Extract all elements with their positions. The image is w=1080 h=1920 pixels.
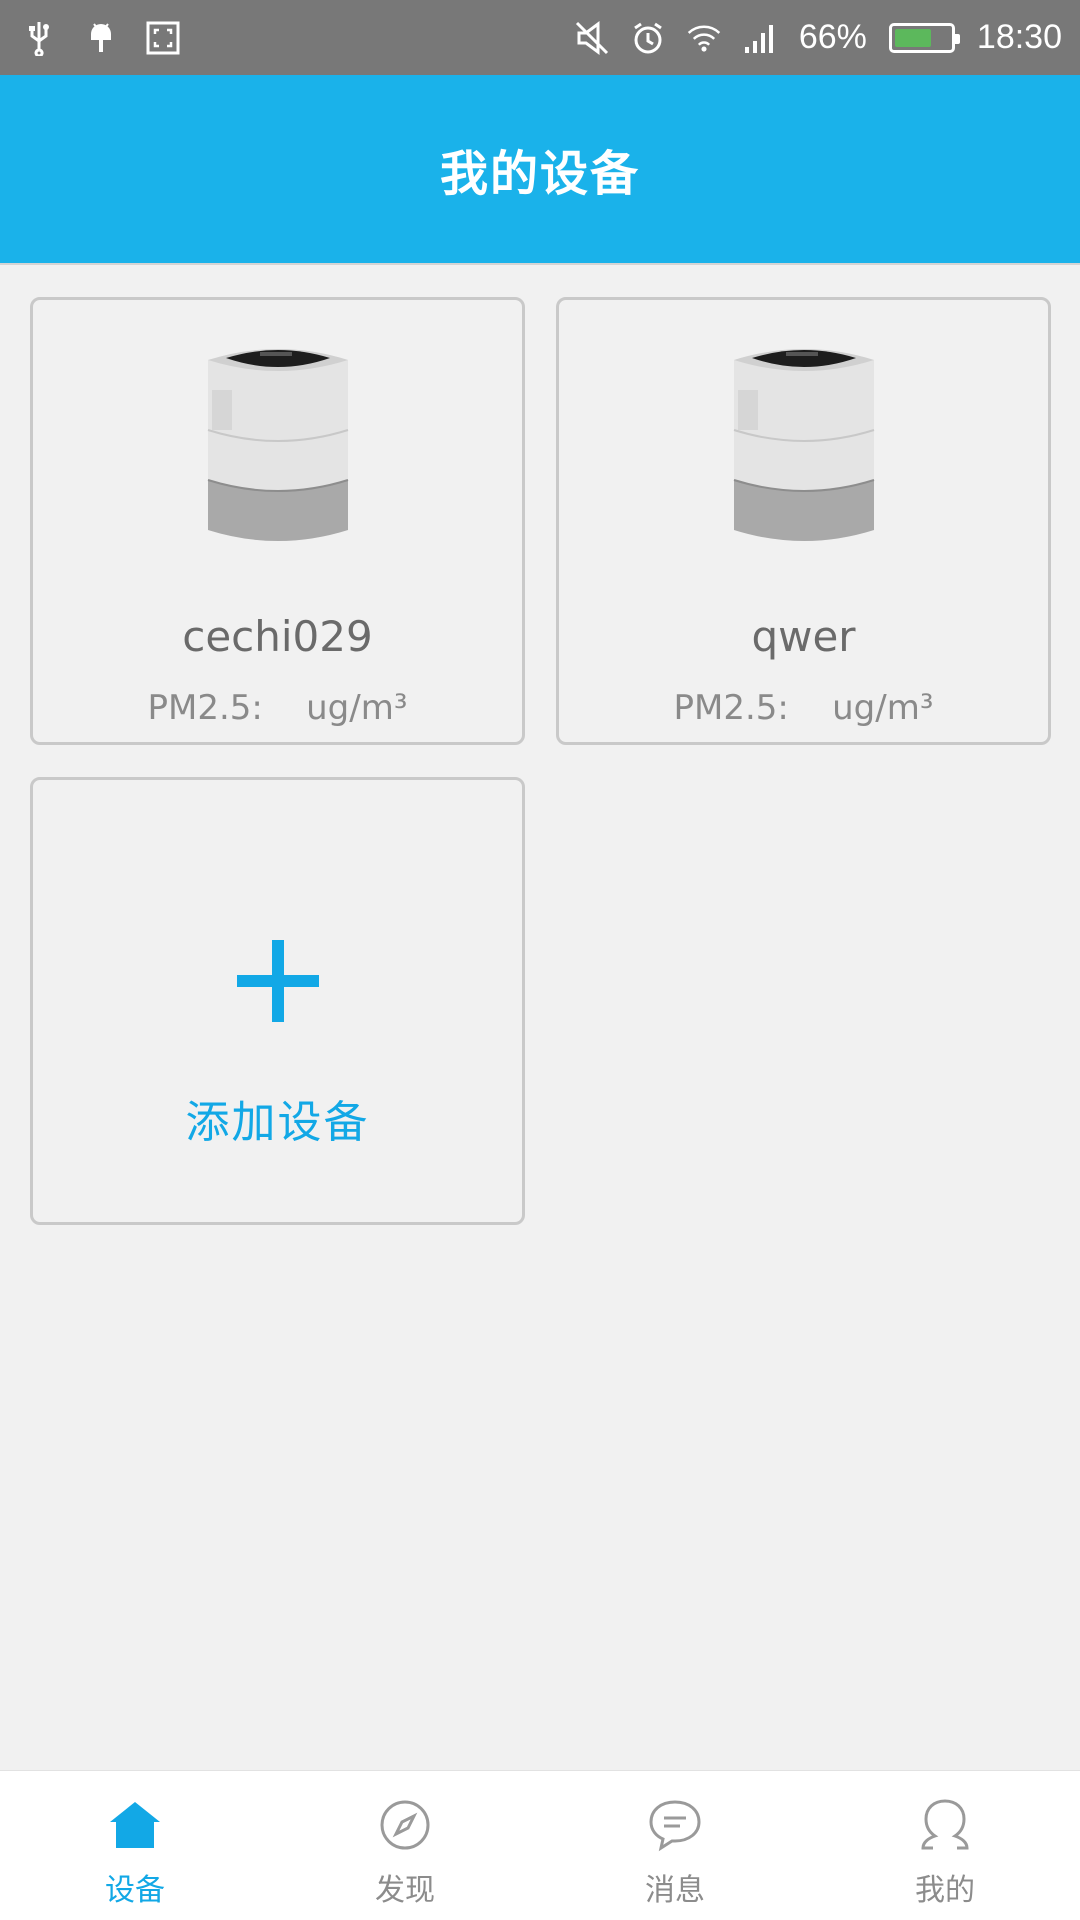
nav-item-devices[interactable]: 设备 bbox=[0, 1771, 270, 1920]
pm-label: PM2.5: bbox=[147, 688, 263, 728]
air-purifier-image bbox=[207, 349, 348, 541]
app-header: 我的设备 bbox=[0, 75, 1080, 265]
profile-icon bbox=[915, 1795, 975, 1855]
device-card[interactable]: qwer PM2.5: ug/m³ bbox=[556, 297, 1051, 745]
battery-percent: 66% bbox=[798, 18, 867, 56]
add-device-button[interactable]: 添加设备 bbox=[30, 777, 525, 1225]
nav-label: 发现 bbox=[375, 1873, 435, 1908]
battery-icon bbox=[888, 22, 960, 53]
status-time: 18:30 bbox=[976, 18, 1062, 56]
pm-unit: ug/m³ bbox=[832, 688, 934, 728]
nav-label: 消息 bbox=[645, 1873, 705, 1908]
nav-label: 设备 bbox=[105, 1873, 165, 1908]
status-bar: 66% 18:30 bbox=[0, 0, 1080, 75]
pm-unit: ug/m³ bbox=[306, 688, 408, 728]
signal-icon bbox=[743, 19, 777, 57]
add-device-label: 添加设备 bbox=[185, 1097, 370, 1148]
device-pm: PM2.5: ug/m³ bbox=[559, 688, 1048, 728]
nav-label: 我的 bbox=[915, 1873, 975, 1908]
pm-label: PM2.5: bbox=[673, 688, 789, 728]
battery-level bbox=[894, 28, 931, 47]
android-debug-icon bbox=[84, 19, 118, 57]
plus-icon bbox=[236, 940, 319, 1022]
mute-icon bbox=[575, 19, 609, 57]
device-name: cechi029 bbox=[182, 612, 373, 661]
compass-icon bbox=[375, 1795, 435, 1855]
device-card[interactable]: cechi029 PM2.5: ug/m³ bbox=[30, 297, 525, 745]
alarm-icon bbox=[631, 19, 665, 57]
usb-icon bbox=[22, 19, 56, 57]
page-title: 我的设备 bbox=[439, 146, 640, 202]
device-name: qwer bbox=[751, 612, 856, 661]
screenshot-icon bbox=[146, 19, 180, 57]
chat-icon bbox=[645, 1795, 705, 1855]
home-icon bbox=[105, 1795, 165, 1855]
app-screen: 66% 18:30 我的设备 cechi029 PM2.5: ug/m³ qwe… bbox=[0, 0, 1080, 1920]
nav-item-messages[interactable]: 消息 bbox=[540, 1771, 810, 1920]
nav-item-profile[interactable]: 我的 bbox=[810, 1771, 1080, 1920]
nav-item-discover[interactable]: 发现 bbox=[270, 1771, 540, 1920]
bottom-nav: 设备 发现 消息 我的 bbox=[0, 1770, 1080, 1920]
device-pm: PM2.5: ug/m³ bbox=[33, 688, 522, 728]
wifi-icon bbox=[687, 19, 721, 57]
air-purifier-image bbox=[733, 349, 874, 541]
